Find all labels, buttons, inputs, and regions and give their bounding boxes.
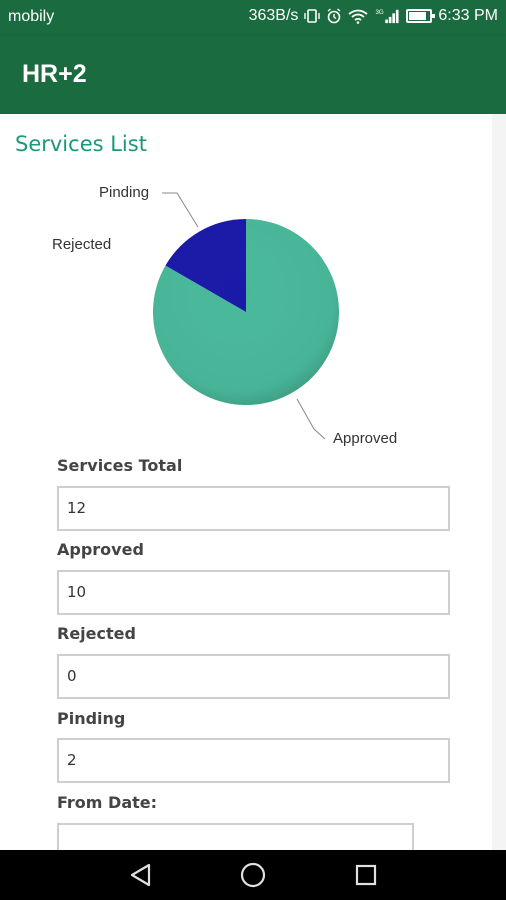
clock: 6:33 PM — [438, 7, 498, 24]
recents-button[interactable] — [336, 850, 396, 900]
content-area[interactable]: Services List Approved Rejected Pinding Se… — [0, 114, 506, 868]
rejected-field[interactable]: 0 — [57, 654, 450, 699]
app-title: HR+2 — [22, 60, 87, 88]
wifi-icon — [348, 9, 368, 24]
pinding-label: Pinding — [57, 709, 126, 728]
status-bar: mobily 363B/s 3G 6:33 PM — [0, 0, 506, 36]
approved-label: Approved — [57, 540, 144, 559]
pie-label-pinding: Pinding — [99, 184, 149, 201]
page-title: Services List — [15, 132, 147, 156]
alarm-icon — [327, 8, 341, 24]
pie-label-rejected: Rejected — [52, 236, 111, 253]
carrier-name: mobily — [8, 8, 55, 25]
approved-field[interactable]: 10 — [57, 570, 450, 615]
pie-leader-approved — [296, 398, 326, 440]
battery-icon — [406, 9, 436, 23]
home-icon — [240, 862, 266, 888]
services-total-field[interactable]: 12 — [57, 486, 450, 531]
back-button[interactable] — [111, 850, 171, 900]
services-total-label: Services Total — [57, 456, 183, 475]
services-pie-chart: Approved Rejected Pinding — [52, 184, 397, 447]
from-date-label: From Date: — [57, 793, 158, 812]
back-icon — [130, 863, 151, 887]
rejected-label: Rejected — [57, 624, 136, 643]
app-bar: HR+2 — [0, 36, 506, 114]
pie-leader-pinding — [162, 192, 199, 228]
signal-icon: 3G — [376, 9, 399, 24]
status-icons: 363B/s 3G 6:33 PM — [249, 7, 498, 25]
pinding-field[interactable]: 2 — [57, 738, 450, 783]
recents-icon — [355, 864, 377, 886]
screen: mobily 363B/s 3G 6:33 PM HR+2 Services L… — [0, 0, 506, 900]
home-button[interactable] — [223, 850, 283, 900]
pie-label-approved: Approved — [333, 430, 397, 447]
system-nav-bar — [0, 850, 506, 900]
net-speed: 363B/s — [248, 7, 299, 24]
vibrate-icon — [304, 9, 321, 23]
network-type: 3G — [376, 9, 384, 16]
content-edge — [492, 114, 506, 850]
